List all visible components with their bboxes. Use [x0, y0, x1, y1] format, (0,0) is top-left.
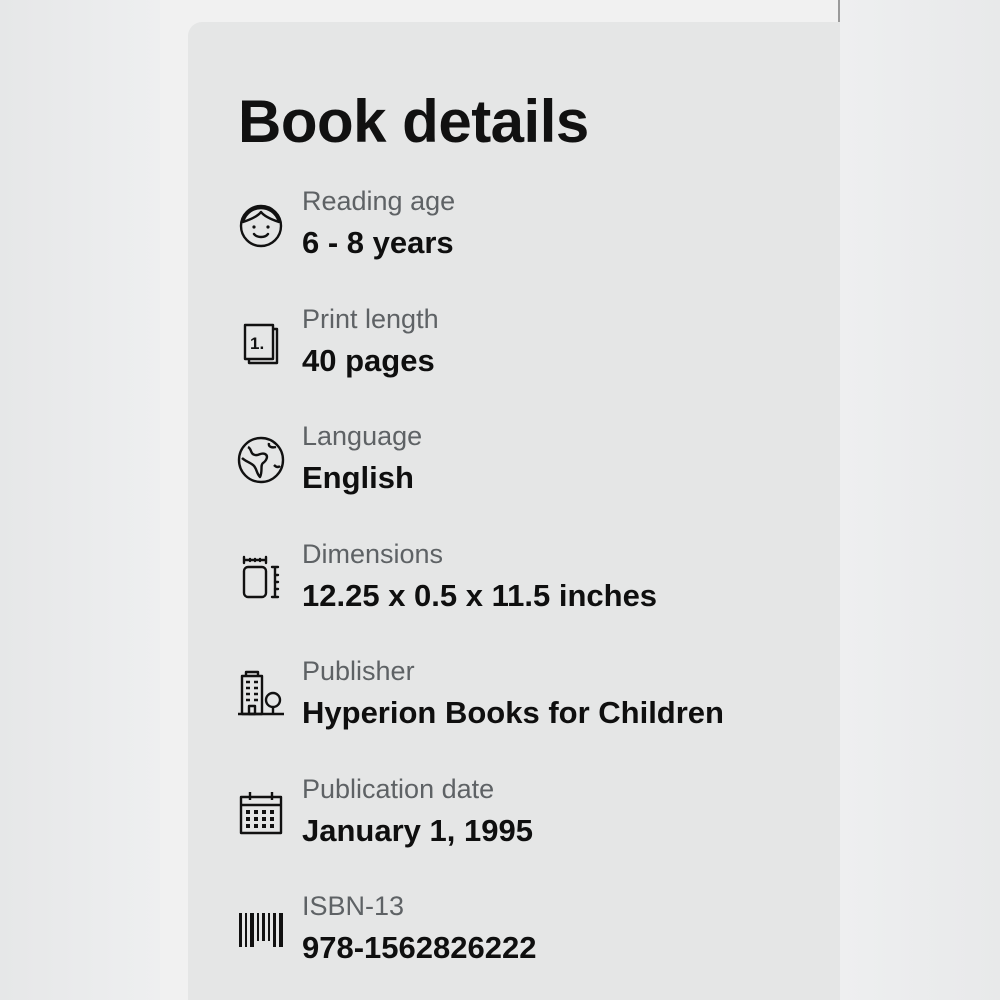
svg-text:1.: 1. [250, 334, 264, 353]
detail-dimensions: Dimensions 12.25 x 0.5 x 11.5 inches [236, 537, 816, 655]
globe-icon [236, 435, 286, 485]
detail-reading-age: Reading age 6 - 8 years [236, 184, 816, 302]
detail-label: Dimensions [302, 538, 444, 569]
detail-label: ISBN-13 [302, 891, 405, 921]
detail-value: 40 pages [302, 342, 435, 378]
building-icon [236, 670, 286, 720]
section-title: Book details [238, 88, 589, 155]
detail-print-length: 1. Print length 40 pages [236, 302, 816, 420]
page-number-icon: 1. [236, 318, 286, 368]
detail-publication-date: Publication date January 1, 1995 [236, 772, 816, 890]
detail-language: Language English [236, 419, 816, 537]
detail-label: Reading age [302, 186, 456, 216]
child-face-icon [236, 200, 286, 250]
calendar-icon [236, 788, 286, 838]
detail-label: Publication date [302, 773, 495, 804]
book-details-list: Reading age 6 - 8 years 1. Print length … [236, 184, 816, 1000]
detail-value: 978-1562826222 [302, 930, 537, 965]
detail-publisher: Publisher Hyperion Books for Children [236, 654, 816, 772]
detail-value: English [302, 460, 414, 495]
detail-label: Print length [302, 303, 439, 334]
detail-value: 12.25 x 0.5 x 11.5 inches [302, 577, 658, 613]
detail-value: Hyperion Books for Children [302, 695, 724, 730]
detail-isbn-13: ISBN-13 978-1562826222 [236, 889, 816, 1000]
dimensions-icon [236, 553, 286, 603]
detail-label: Publisher [302, 656, 415, 686]
page-background: Book details Reading age 6 - 8 years 1. … [0, 0, 1000, 1000]
barcode-icon [236, 905, 286, 955]
detail-value: January 1, 1995 [302, 812, 533, 848]
detail-value: 6 - 8 years [302, 225, 454, 260]
detail-label: Language [302, 421, 423, 451]
